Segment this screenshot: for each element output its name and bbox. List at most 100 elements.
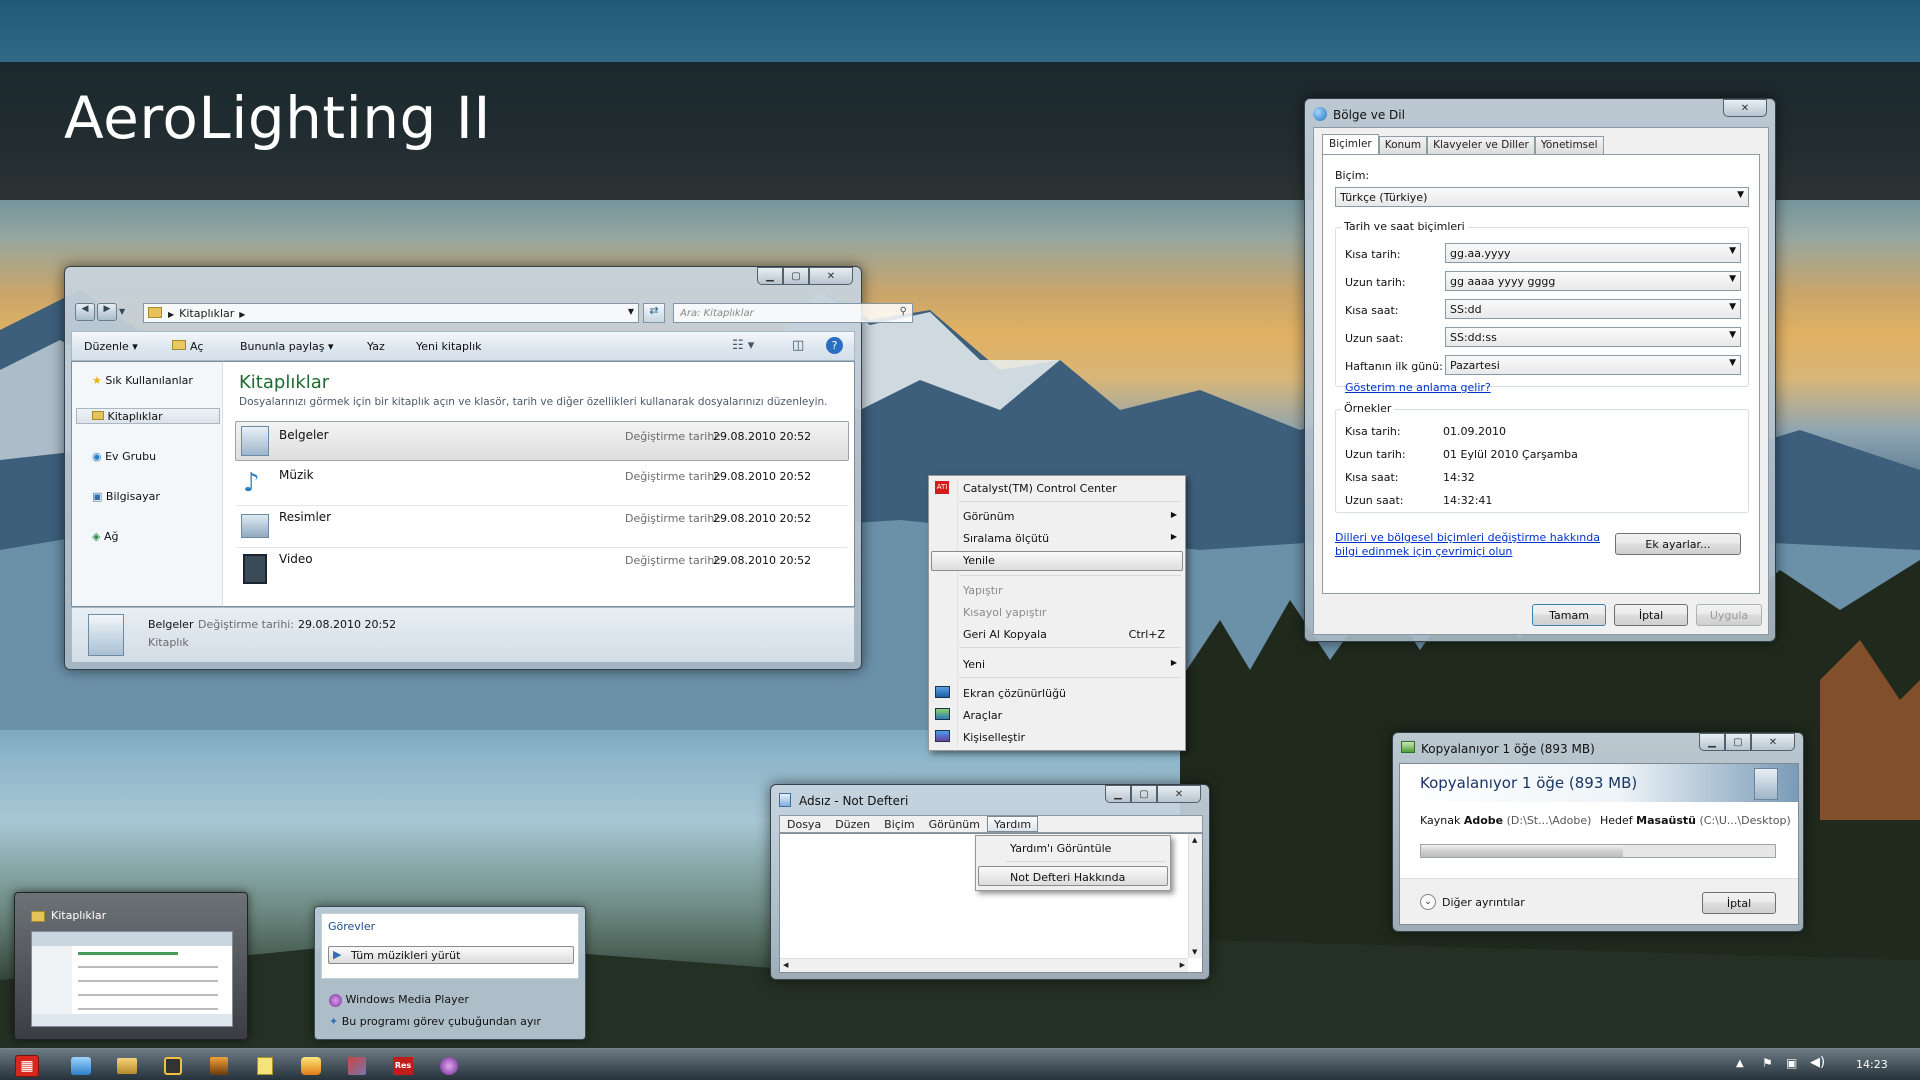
taskbar-res-icon[interactable]: Res (384, 1053, 422, 1079)
horizontal-scrollbar[interactable]: ◀ ▶ (780, 958, 1188, 972)
nav-item-libraries[interactable]: Kitaplıklar (92, 410, 163, 423)
taskbar-thumbnail[interactable]: Kitaplıklar (14, 892, 248, 1040)
online-help-link-2[interactable]: bilgi edinmek için çevrimiçi olun (1335, 545, 1512, 558)
back-button[interactable]: ◀ (75, 303, 95, 321)
menu-edit[interactable]: Düzen (828, 816, 877, 832)
notepad-window[interactable]: Adsız - Not Defteri ▁ ▢ ✕ Dosya Düzen Bi… (770, 784, 1210, 980)
new-library-button[interactable]: Yeni kitaplık (416, 340, 482, 353)
maximize-button[interactable]: ▢ (783, 267, 809, 285)
forward-button[interactable]: ▶ (97, 303, 117, 321)
tab-location[interactable]: Konum (1378, 136, 1428, 154)
minimize-button[interactable]: ▁ (1105, 785, 1131, 803)
menu-item-new[interactable]: Yeni ▶ (929, 654, 1185, 676)
vertical-scrollbar[interactable]: ▲ ▼ (1188, 834, 1202, 958)
list-item[interactable]: Resimler Değiştirme tarihi: 29.08.2010 2… (237, 508, 847, 548)
menu-file[interactable]: Dosya (780, 816, 828, 832)
taskbar-ie-icon[interactable] (62, 1053, 100, 1079)
short-date-select[interactable]: gg.aa.yyyy ▼ (1445, 243, 1741, 263)
menu-view[interactable]: Görünüm (922, 816, 987, 832)
tab-keyboards[interactable]: Klavyeler ve Diller (1427, 136, 1535, 154)
taskbar-app-icon[interactable] (200, 1053, 238, 1079)
taskbar-notes-icon[interactable] (246, 1053, 284, 1079)
first-day-select[interactable]: Pazartesi ▼ (1445, 355, 1741, 375)
taskbar-paint-icon[interactable] (292, 1053, 330, 1079)
list-item[interactable]: Belgeler Değiştirme tarihi: 29.08.2010 2… (237, 422, 847, 462)
menu-item-resolution[interactable]: Ekran çözünürlüğü (929, 683, 1185, 705)
nav-item-network[interactable]: ◈ Ağ (92, 530, 118, 543)
share-menu[interactable]: Bununla paylaş ▾ (240, 340, 334, 353)
chevron-down-icon[interactable]: ▼ (628, 307, 634, 316)
minimize-button[interactable]: ▁ (1699, 733, 1725, 751)
menu-item-undo-copy[interactable]: Geri Al Kopyala Ctrl+Z (929, 624, 1185, 646)
search-input[interactable]: Ara: Kitaplıklar ⚲ (673, 303, 913, 323)
close-button[interactable]: ✕ (1157, 785, 1201, 803)
list-item[interactable]: Video Değiştirme tarihi: 29.08.2010 20:5… (237, 550, 847, 590)
help-icon[interactable]: ? (826, 337, 843, 354)
menu-item-refresh[interactable]: Yenile (929, 550, 1185, 572)
pictures-icon (241, 514, 269, 538)
view-options-icon[interactable]: ☷ ▾ (732, 338, 754, 353)
tab-administrative[interactable]: Yönetimsel (1534, 136, 1604, 154)
tab-formats[interactable]: Biçimler (1322, 134, 1379, 154)
address-bar[interactable]: ▶ Kitaplıklar ▶ ▼ (143, 303, 639, 323)
menu-item-view-help[interactable]: Yardım'ı Görüntüle (976, 838, 1170, 860)
minimize-button[interactable]: ▁ (757, 267, 783, 285)
organize-menu[interactable]: Düzenle ▾ (84, 340, 138, 353)
taskbar-media-icon[interactable] (154, 1053, 192, 1079)
monitor-icon (935, 686, 950, 698)
format-select[interactable]: Türkçe (Türkiye) ▼ (1335, 187, 1749, 207)
burn-button[interactable]: Yaz (367, 340, 385, 353)
online-help-link[interactable]: Dilleri ve bölgesel biçimleri değiştirme… (1335, 531, 1600, 544)
maximize-button[interactable]: ▢ (1725, 733, 1751, 751)
menu-help[interactable]: Yardım (987, 816, 1039, 832)
start-button[interactable]: ▦ (8, 1053, 46, 1079)
network-tray-icon[interactable]: ▣ (1786, 1056, 1797, 1070)
clock[interactable]: 14:23 (1856, 1058, 1888, 1071)
nav-item-homegroup[interactable]: ◉ Ev Grubu (92, 450, 156, 463)
action-center-icon[interactable]: ⚑ (1762, 1056, 1773, 1070)
search-icon[interactable]: ⚲ (900, 306, 907, 317)
menu-item-gadgets[interactable]: Araçlar (929, 705, 1185, 727)
menu-item-personalize[interactable]: Kişiselleştir (929, 727, 1185, 749)
list-item[interactable]: ♪ Müzik Değiştirme tarihi: 29.08.2010 20… (237, 466, 847, 506)
maximize-button[interactable]: ▢ (1131, 785, 1157, 803)
taskbar-explorer-icon[interactable] (108, 1053, 146, 1079)
taskbar-tools-icon[interactable] (338, 1053, 376, 1079)
cancel-button[interactable]: İptal (1614, 604, 1688, 626)
region-dialog[interactable]: Bölge ve Dil ✕ Biçimler Konum Klavyeler … (1304, 98, 1776, 642)
long-date-select[interactable]: gg aaaa yyyy gggg ▼ (1445, 271, 1741, 291)
jump-list: Görevler ▶ Tüm müzikleri yürüt Windows M… (314, 906, 586, 1040)
menu-item-about[interactable]: Not Defteri Hakkında (976, 867, 1170, 889)
apply-button[interactable]: Uygula (1696, 604, 1762, 626)
jump-item-unpin[interactable]: ✦ Bu programı görev çubuğundan ayır (329, 1015, 541, 1028)
more-details-toggle[interactable]: Diğer ayrıntılar (1442, 896, 1525, 909)
copy-dialog[interactable]: Kopyalanıyor 1 öğe (893 MB) ▁ ▢ ✕ Kopyal… (1392, 732, 1804, 932)
explorer-window[interactable]: ▁ ▢ ✕ ◀ ▶ ▼ ▶ Kitaplıklar ▶ ▼ ⇄ Ara: Kitap… (64, 266, 913, 670)
long-date-label: Uzun tarih: (1345, 276, 1406, 289)
nav-item-favorites[interactable]: ★ Sık Kullanılanlar (92, 374, 193, 387)
long-time-select[interactable]: SS:dd:ss ▼ (1445, 327, 1741, 347)
menu-format[interactable]: Biçim (877, 816, 921, 832)
jump-task-play-all[interactable]: ▶ Tüm müzikleri yürüt (328, 946, 574, 964)
jump-item-app[interactable]: Windows Media Player (329, 993, 469, 1007)
open-button[interactable]: Aç (172, 340, 203, 353)
menu-item-view[interactable]: Görünüm ▶ (929, 506, 1185, 528)
taskbar-wmp-icon[interactable] (430, 1053, 468, 1079)
copy-cancel-button[interactable]: İptal (1702, 892, 1776, 914)
show-hidden-icons[interactable]: ▲ (1736, 1058, 1744, 1069)
chevron-down-icon[interactable]: ▼ (119, 307, 125, 316)
expand-icon[interactable]: ⌄ (1420, 894, 1436, 910)
nav-item-computer[interactable]: ▣ Bilgisayar (92, 490, 160, 503)
short-time-select[interactable]: SS:dd ▼ (1445, 299, 1741, 319)
volume-icon[interactable]: ◀) (1810, 1055, 1825, 1070)
ok-button[interactable]: Tamam (1532, 604, 1606, 626)
close-button[interactable]: ✕ (809, 267, 853, 285)
menu-item-sort[interactable]: Sıralama ölçütü ▶ (929, 528, 1185, 550)
preview-pane-icon[interactable]: ◫ (792, 338, 804, 353)
notation-link[interactable]: Gösterim ne anlama gelir? (1345, 381, 1491, 394)
refresh-button[interactable]: ⇄ (643, 303, 665, 323)
close-button[interactable]: ✕ (1751, 733, 1795, 751)
menu-item-catalyst[interactable]: ATI Catalyst(TM) Control Center (929, 478, 1185, 500)
additional-settings-button[interactable]: Ek ayarlar... (1615, 533, 1741, 555)
close-button[interactable]: ✕ (1723, 99, 1767, 117)
